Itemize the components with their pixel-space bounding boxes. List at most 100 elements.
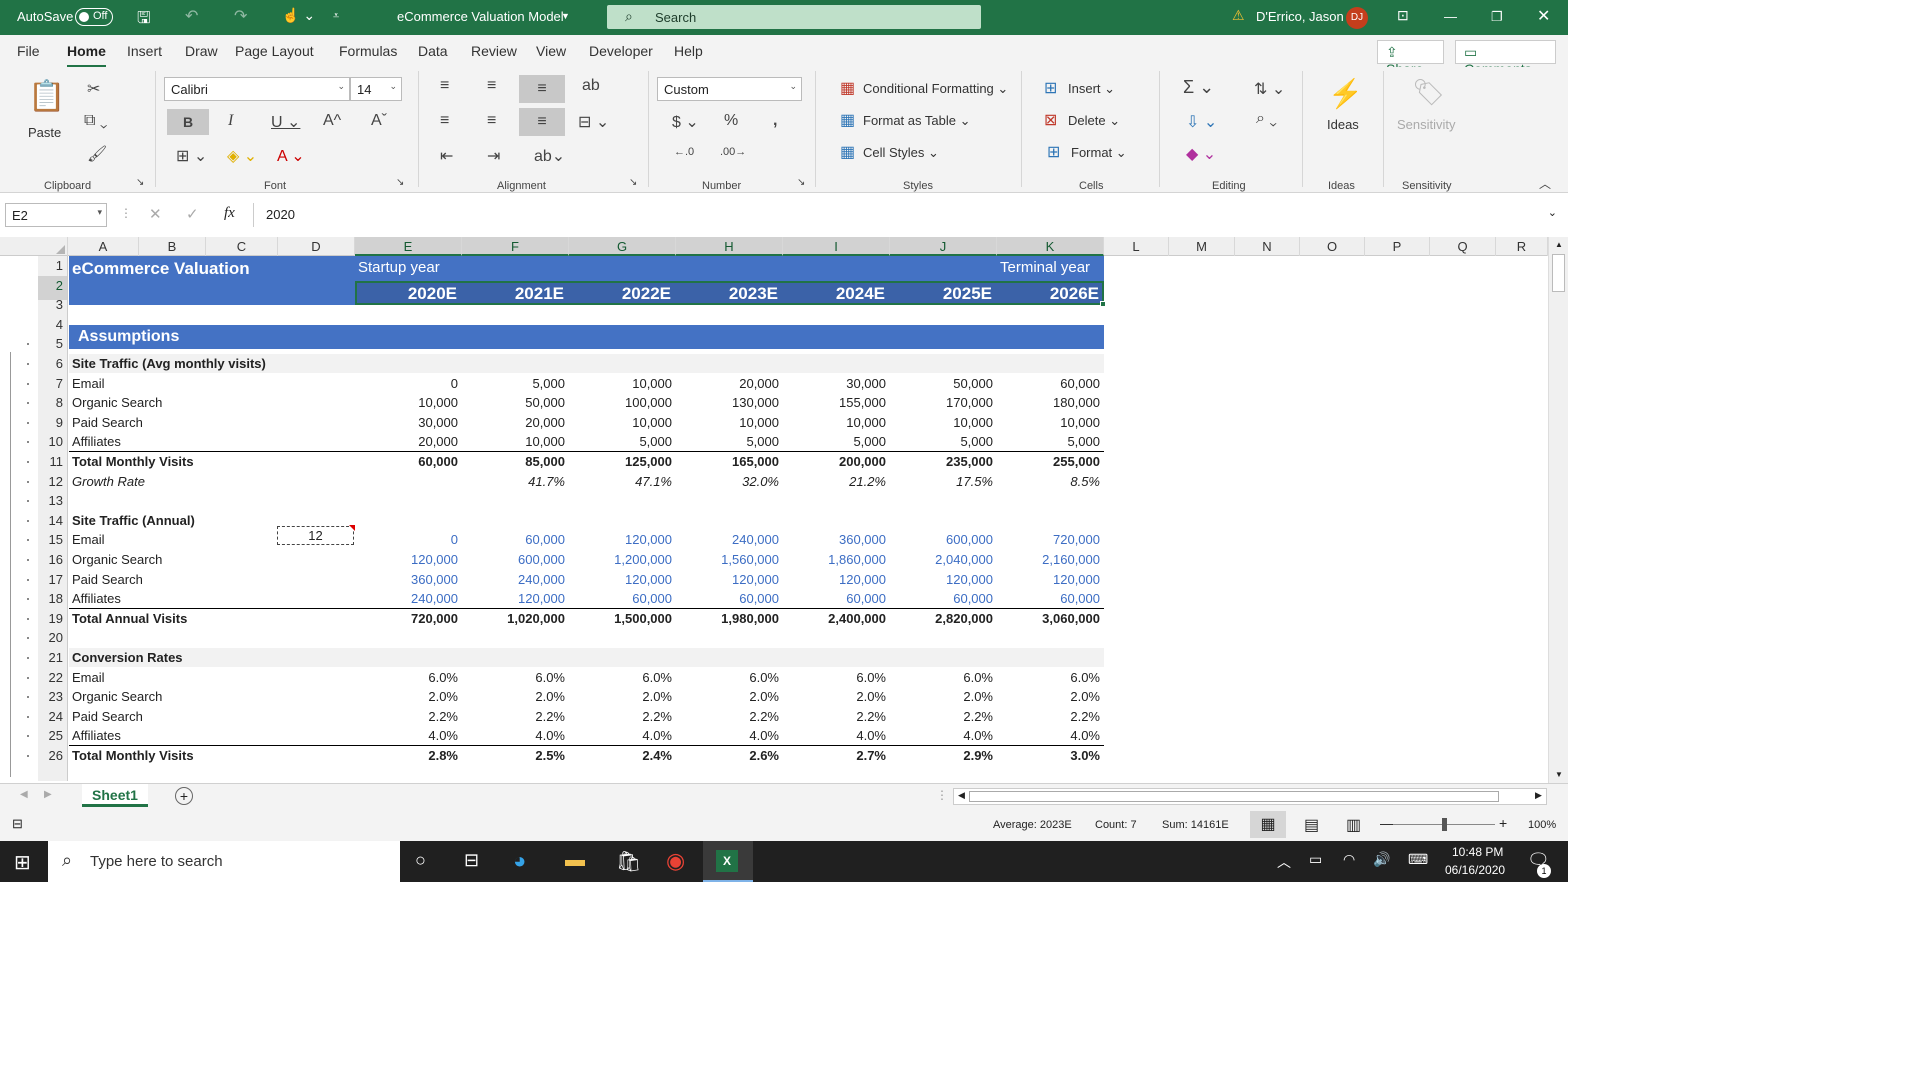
data-cell[interactable]: 5,000 [997,434,1100,449]
tab-review[interactable]: Review [471,43,517,59]
year-header-2024e[interactable]: 2024E [783,284,885,304]
row-label[interactable]: Site Traffic (Avg monthly visits) [72,356,266,371]
scroll-left-icon[interactable]: ◀ [958,790,965,801]
row-header-7[interactable]: 7 [38,374,67,394]
data-cell[interactable]: 2.7% [783,748,886,763]
data-cell[interactable]: 10,000 [676,415,779,430]
data-cell[interactable]: 1,200,000 [569,552,672,567]
fill-color-icon[interactable]: ◈ ⌄ [227,146,257,166]
data-cell[interactable]: 120,000 [890,572,993,587]
collapse-ribbon-icon[interactable]: ︿ [1539,175,1551,192]
comment-indicator[interactable] [349,525,355,531]
excel-taskbar-icon[interactable]: X [703,841,753,882]
cancel-icon[interactable]: ✕ [149,205,162,223]
zoom-in-icon[interactable]: + [1499,815,1507,831]
data-cell[interactable]: 5,000 [569,434,672,449]
merge-center-icon[interactable]: ⊟ ⌄ [578,112,609,132]
data-cell[interactable]: 30,000 [783,376,886,391]
data-cell[interactable]: 2,820,000 [890,611,993,626]
search-box[interactable]: ⌕ Search [607,5,981,29]
column-header-p[interactable]: P [1365,237,1430,256]
alignment-launcher-icon[interactable]: ↘ [629,177,637,188]
insert-cells-button[interactable]: Insert ⌄ [1068,81,1115,97]
data-cell[interactable]: 4.0% [783,728,886,743]
tab-home[interactable]: Home [67,43,106,68]
year-header-2023e[interactable]: 2023E [676,284,778,304]
data-cell[interactable]: 2.2% [355,709,458,724]
data-cell[interactable]: 2.0% [997,689,1100,704]
row-header-6[interactable]: 6 [38,354,67,374]
row-header-14[interactable]: 14 [38,511,67,531]
year-header-2020e[interactable]: 2020E [355,284,457,304]
align-left-icon[interactable]: ≡ [440,112,449,130]
row-header-13[interactable]: 13 [38,491,67,511]
data-cell[interactable]: 2.0% [676,689,779,704]
scroll-thumb[interactable] [1552,254,1565,292]
data-cell[interactable]: 10,000 [783,415,886,430]
task-view-icon[interactable]: ⊟ [464,850,479,871]
data-cell[interactable]: 8.5% [997,474,1100,489]
tab-file[interactable]: File [17,43,40,59]
terminal-year-label[interactable]: Terminal year [1000,259,1090,276]
tab-formulas[interactable]: Formulas [339,43,397,59]
startup-year-label[interactable]: Startup year [358,259,440,276]
data-cell[interactable]: 2.2% [569,709,672,724]
normal-view-icon[interactable]: ▦ [1250,811,1286,838]
paste-icon[interactable]: 📋 [28,79,65,114]
save-icon[interactable]: 🖫 [137,7,151,34]
column-header-c[interactable]: C [206,237,278,256]
tab-developer[interactable]: Developer [589,43,653,59]
data-cell[interactable]: 60,000 [890,591,993,606]
data-cell[interactable]: 4.0% [355,728,458,743]
decrease-font-icon[interactable]: Aˇ [371,112,387,130]
data-cell[interactable]: 2.2% [997,709,1100,724]
tab-page-layout[interactable]: Page Layout [235,43,314,59]
data-cell[interactable]: 6.0% [676,670,779,685]
delete-cells-icon[interactable]: ⊠ [1044,110,1057,130]
zoom-out-icon[interactable]: — [1380,815,1394,831]
data-cell[interactable]: 6.0% [783,670,886,685]
data-cell[interactable]: 5,000 [890,434,993,449]
font-color-icon[interactable]: A ⌄ [277,146,305,166]
data-cell[interactable]: 20,000 [676,376,779,391]
redo-icon[interactable]: ↷ [234,6,247,26]
row-header-8[interactable]: 8 [38,393,67,413]
cortana-icon[interactable]: ○ [415,850,426,871]
row-header-26[interactable]: 26 [38,746,67,766]
formula-input[interactable]: 2020 ⌄ [253,203,1563,227]
data-cell[interactable]: 10,000 [997,415,1100,430]
data-cell[interactable]: 155,000 [783,395,886,410]
data-cell[interactable]: 4.0% [676,728,779,743]
font-name-combo[interactable]: Calibri ⌄ [164,77,350,101]
column-header-r[interactable]: R [1496,237,1548,256]
data-cell[interactable]: 2.8% [355,748,458,763]
page-title[interactable]: eCommerce Valuation [72,259,250,279]
tab-insert[interactable]: Insert [127,43,162,59]
row-header-16[interactable]: 16 [38,550,67,570]
data-cell[interactable]: 21.2% [783,474,886,489]
insert-cells-icon[interactable]: ⊞ [1044,78,1057,98]
row-header-12[interactable]: 12 [38,472,67,492]
expand-formula-icon[interactable]: ⌄ [1548,206,1557,219]
data-cell[interactable]: 3.0% [997,748,1100,763]
column-header-b[interactable]: B [139,237,206,256]
format-as-table-icon[interactable]: ▦ [840,110,855,130]
data-cell[interactable]: 180,000 [997,395,1100,410]
data-cell[interactable]: 120,000 [783,572,886,587]
increase-decimal-icon[interactable]: ←.0 [674,146,694,158]
data-cell[interactable]: 41.7% [462,474,565,489]
data-cell[interactable]: 3,060,000 [997,611,1100,626]
column-header-l[interactable]: L [1104,237,1169,256]
data-cell[interactable]: 1,980,000 [676,611,779,626]
macro-record-icon[interactable]: ⊟ [12,816,23,832]
align-middle-icon[interactable]: ≡ [487,77,496,95]
undo-icon[interactable]: ↶ [185,6,198,26]
align-center-icon[interactable]: ≡ [487,112,496,130]
bold-button[interactable]: B [167,109,209,135]
data-cell[interactable]: 20,000 [355,434,458,449]
tab-draw[interactable]: Draw [185,43,218,59]
row-label[interactable]: Organic Search [72,395,162,410]
delete-cells-button[interactable]: Delete ⌄ [1068,113,1120,129]
format-as-table-button[interactable]: Format as Table ⌄ [863,113,970,129]
page-break-view-icon[interactable]: ▥ [1346,815,1361,835]
